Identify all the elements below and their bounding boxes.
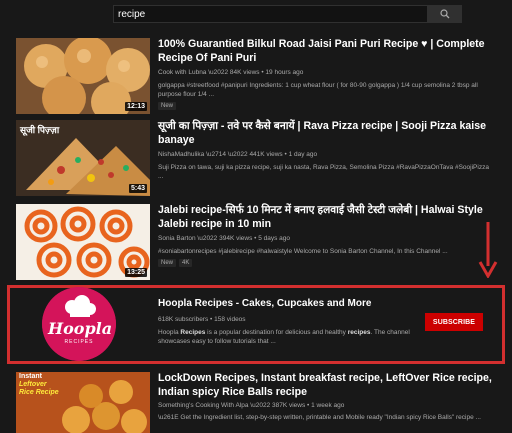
pointing-hand-icon: \u261E: [158, 414, 181, 421]
desc-part: is a popular destination for delicious a…: [205, 328, 348, 336]
logo-subtext: RECIPES: [64, 339, 94, 345]
thumbnail-caption: Instant Leftover Rice Recipe: [19, 373, 59, 397]
video-title[interactable]: LockDown Recipes, Instant breakfast reci…: [158, 372, 494, 399]
desc-part: Hoopla: [158, 328, 181, 336]
video-duration: 12:13: [125, 102, 147, 111]
badge-row: New: [158, 102, 494, 110]
channel-info: Hoopla Recipes - Cakes, Cupcakes and Mor…: [158, 297, 420, 346]
channel-name[interactable]: Cook with Lubna: [158, 69, 206, 76]
subscribe-button[interactable]: SUBSCRIBE: [425, 313, 483, 331]
channel-name[interactable]: Something's Cooking With Alpa: [158, 402, 248, 409]
thumbnail-caption: सूजी पिज़्ज़ा: [20, 125, 60, 135]
video-result[interactable]: 12:13 100% Guarantied Bilkul Road Jaisi …: [0, 38, 512, 114]
new-badge: New: [158, 102, 177, 110]
search-icon: [440, 9, 450, 19]
new-badge: New: [158, 259, 177, 267]
video-result[interactable]: 13:25 Jalebi recipe-सिर्फ 10 मिनट में बन…: [0, 204, 512, 280]
caption-line: Leftover: [19, 381, 47, 388]
video-duration: 5:43: [128, 184, 147, 193]
video-title[interactable]: 100% Guarantied Bilkul Road Jaisi Pani P…: [158, 38, 494, 65]
video-thumbnail[interactable]: 13:25: [16, 204, 150, 280]
arrow-down-icon: [478, 222, 498, 278]
channel-meta: 618K subscribers • 158 videos: [158, 315, 246, 323]
video-meta: Sonia Barton \u2022 394K views • 5 days …: [158, 234, 494, 243]
desc-keyword: Recipes: [180, 328, 206, 336]
channel-description: Hoopla Recipes is a popular destination …: [158, 328, 420, 346]
video-description: \u261E Get the Ingredient list, step-by-…: [158, 413, 494, 422]
desc-text: Get the Ingredient list, step-by-step wr…: [180, 414, 481, 421]
channel-verified-icon: \u2022: [208, 69, 230, 76]
channel-name[interactable]: Sonia Barton: [158, 235, 196, 242]
views-age: 394K views • 5 days ago: [219, 235, 291, 242]
search-box[interactable]: [113, 5, 428, 23]
search-button[interactable]: [428, 5, 462, 23]
views-age: 84K views • 19 hours ago: [229, 69, 304, 76]
video-meta: NishaMadhulika \u2714 \u2022 441K views …: [158, 150, 494, 159]
video-info: LockDown Recipes, Instant breakfast reci…: [158, 372, 494, 422]
badge-row: New 4K: [158, 259, 494, 267]
search-input[interactable]: [118, 7, 418, 21]
separator: \u2022: [250, 402, 272, 409]
channel-title[interactable]: Hoopla Recipes - Cakes, Cupcakes and Mor…: [158, 297, 420, 311]
video-result[interactable]: सूजी पिज़्ज़ा 5:43 सूजी का पिज़्ज़ा - तव…: [0, 120, 512, 196]
caption-line: Instant: [19, 373, 42, 380]
views-age: 387K views • 1 week ago: [271, 402, 345, 409]
video-thumbnail[interactable]: 12:13: [16, 38, 150, 114]
logo-text: Hoopla: [48, 319, 113, 338]
video-thumbnail[interactable]: Instant Leftover Rice Recipe: [16, 372, 150, 433]
caption-line: Rice Recipe: [19, 389, 59, 396]
video-description: golgappa #streetfood #panipuri Ingredien…: [158, 82, 478, 98]
video-thumbnail[interactable]: सूजी पिज़्ज़ा 5:43: [16, 120, 150, 196]
video-meta: Something's Cooking With Alpa \u2022 387…: [158, 401, 494, 410]
4k-badge: 4K: [179, 259, 193, 267]
separator: \u2022: [197, 235, 220, 242]
channel-name[interactable]: NishaMadhulika: [158, 151, 204, 158]
video-description: Suji Pizza on tawa, suji ka pizza recipe…: [158, 164, 489, 180]
video-duration: 13:25: [125, 268, 147, 277]
video-description: #soniabartonrecipes #jalebirecipe #halwa…: [158, 248, 448, 255]
video-title[interactable]: सूजी का पिज़्ज़ा - तवे पर कैसे बनायें | …: [158, 120, 494, 147]
video-result[interactable]: Instant Leftover Rice Recipe LockDown Re…: [0, 372, 512, 433]
video-info: 100% Guarantied Bilkul Road Jaisi Pani P…: [158, 38, 494, 110]
video-meta: Cook with Lubna \u2022 84K views • 19 ho…: [158, 68, 494, 77]
channel-verified-icon: \u2714 \u2022: [206, 151, 250, 158]
channel-avatar[interactable]: Hoopla RECIPES: [42, 287, 116, 361]
top-bar: [0, 0, 512, 28]
video-info: Jalebi recipe-सिर्फ 10 मिनट में बनाए हलव…: [158, 204, 494, 267]
video-info: सूजी का पिज़्ज़ा - तवे पर कैसे बनायें | …: [158, 120, 494, 181]
views-age: 441K views • 1 day ago: [249, 151, 318, 158]
video-title[interactable]: Jalebi recipe-सिर्फ 10 मिनट में बनाए हलव…: [158, 204, 494, 231]
desc-keyword: recipes: [347, 328, 371, 336]
